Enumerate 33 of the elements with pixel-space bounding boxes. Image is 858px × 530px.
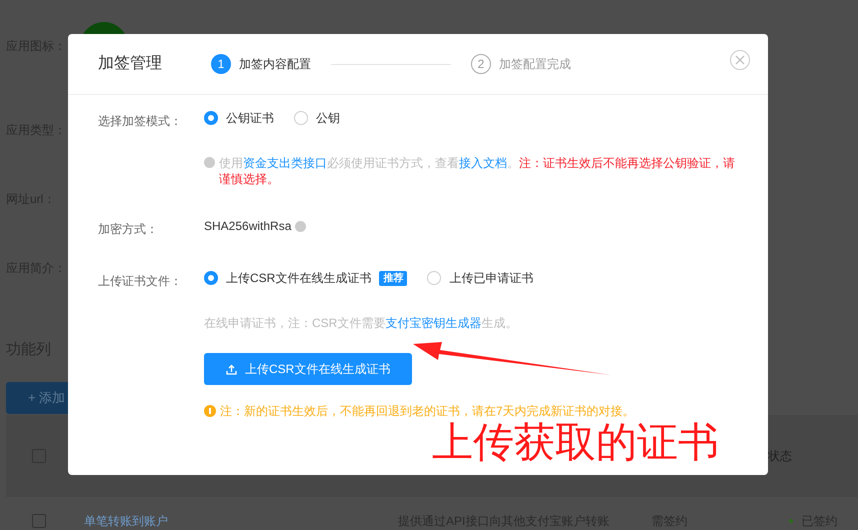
close-icon	[735, 55, 745, 65]
radio-button[interactable]	[427, 271, 442, 285]
field-label: 加密方式：	[98, 222, 158, 236]
encryption-value: SHA256withRsa	[204, 218, 292, 235]
close-button[interactable]	[730, 50, 750, 70]
step-label: 加签内容配置	[239, 56, 311, 73]
step-label: 加签配置完成	[499, 56, 571, 73]
note-text: 在线申请证书，注：CSR文件需要支付宝密钥生成器生成。	[204, 315, 518, 331]
feature-link[interactable]: 单笔转账到账户	[84, 512, 168, 530]
radio-button[interactable]	[294, 111, 308, 125]
field-label: 上传证书文件：	[98, 274, 182, 288]
step-number: 2	[471, 54, 491, 74]
warning-icon	[204, 405, 216, 417]
upload-icon	[226, 364, 237, 374]
recommend-badge: 推荐	[379, 270, 408, 286]
dialog-title: 加签管理	[98, 54, 163, 74]
link[interactable]: 资金支出类接口	[243, 156, 327, 170]
field-label: 选择加签模式：	[98, 114, 182, 128]
annotation-text: 上传获取的证书	[432, 420, 719, 464]
note-text: 注：新的证书生效后，不能再回退到老的证书，请在7天内完成新证书的对接。	[220, 403, 635, 419]
step-number: 1	[211, 54, 231, 74]
radio-label[interactable]: 公钥	[316, 109, 340, 127]
radio-button[interactable]	[204, 111, 218, 125]
link[interactable]: 接入文档	[459, 156, 507, 170]
radio-label[interactable]: 上传CSR文件在线生成证书	[226, 269, 372, 287]
upload-button[interactable]: 上传CSR文件在线生成证书	[204, 353, 412, 385]
checkbox[interactable]	[32, 514, 46, 528]
add-button[interactable]: + 添加	[6, 382, 68, 414]
link[interactable]: 支付宝密钥生成器	[385, 316, 482, 330]
radio-label[interactable]: 公钥证书	[226, 109, 274, 127]
radio-label[interactable]: 上传已申请证书	[449, 269, 534, 287]
radio-button[interactable]	[204, 271, 218, 285]
note-text: 使用资金支出类接口必须使用证书方式，查看接入文档。注：证书生效后不能再选择公钥验证，请谨慎选择。	[219, 155, 736, 187]
